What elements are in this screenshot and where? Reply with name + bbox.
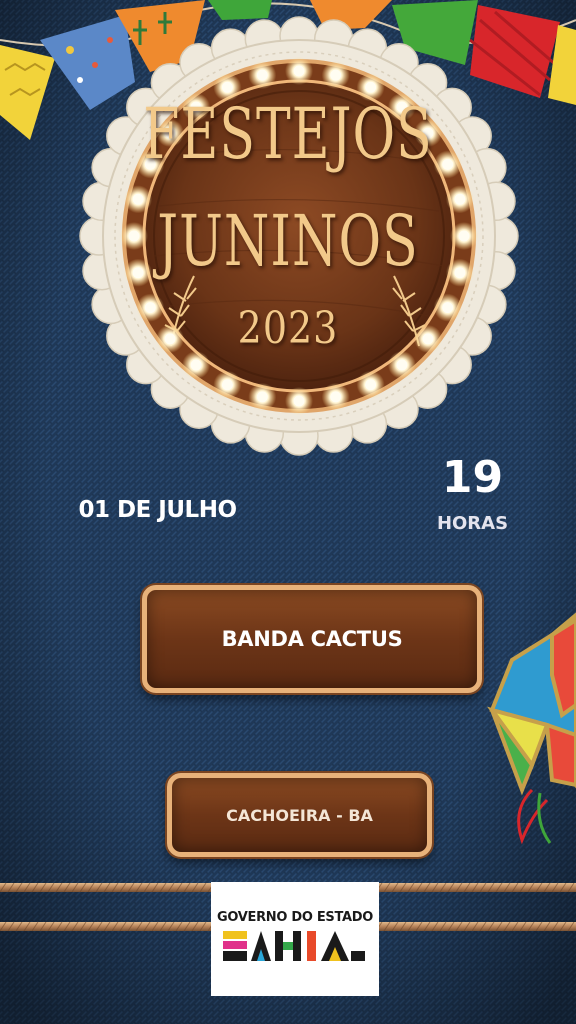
attraction-name: BANDA CACTUS	[221, 627, 403, 651]
attraction-plank: BANDA CACTUS	[142, 585, 482, 693]
event-date: 01 DE JULHO	[78, 497, 237, 523]
location-name: CACHOEIRA - BA	[226, 805, 373, 825]
poster: FESTEJOS JUNINOS 2023 01 DE JULHO 19 HOR…	[0, 0, 576, 1024]
event-hour: 19	[441, 452, 504, 503]
event-hour-label: HORAS	[436, 513, 509, 534]
event-title-line1: FESTEJOS	[143, 94, 433, 176]
location-plank: CACHOEIRA - BA	[167, 773, 432, 857]
bahia-wordmark	[223, 931, 365, 961]
sponsor-logo: GOVERNO DO ESTADO	[211, 882, 379, 996]
event-title-line2: JUNINOS	[157, 201, 419, 283]
sponsor-line1: GOVERNO DO ESTADO	[216, 910, 374, 925]
event-year: 2023	[237, 302, 339, 354]
